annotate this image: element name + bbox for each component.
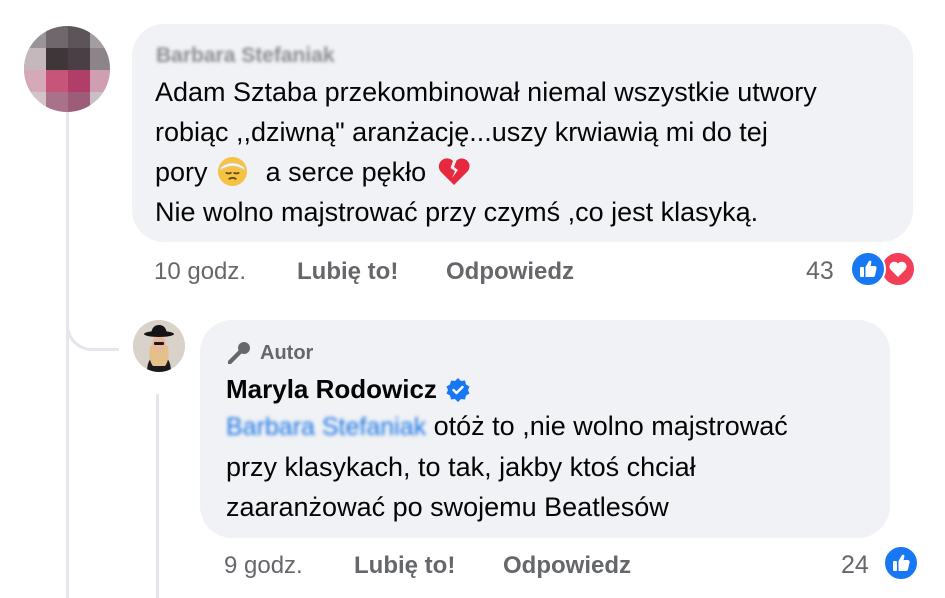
like-button[interactable]: Lubię to! — [297, 258, 398, 286]
comment-text-line: Nie wolno majstrować przy czymś ,co jest… — [155, 197, 759, 227]
comment-text-line: robiąc ,,dziwną" aranżację...uszy krwiaw… — [155, 117, 768, 147]
pensive-face-with-bandage-icon — [218, 156, 248, 187]
reply-reaction-count[interactable]: 24 — [841, 551, 869, 580]
reply-text-segment: otóż to ,nie wolno majstrować — [433, 411, 788, 441]
reply-avatar[interactable] — [133, 320, 185, 372]
reply-text: Barbara Stefaniak otóż to ,nie wolno maj… — [226, 406, 876, 527]
comment-timestamp[interactable]: 10 godz. — [154, 258, 246, 286]
broken-heart-icon — [438, 158, 470, 185]
comment-bubble: Barbara Stefaniak Adam Sztaba przekombin… — [132, 24, 913, 242]
like-icon[interactable] — [850, 251, 886, 287]
like-icon[interactable] — [883, 545, 919, 581]
reply-text-line: przy klasykach, to tak, jakby ktoś chcia… — [226, 452, 696, 482]
pixelated-avatar-image — [24, 26, 110, 112]
comment-text-line: Adam Sztaba przekombinował niemal wszyst… — [155, 77, 817, 107]
reaction-count[interactable]: 43 — [806, 257, 834, 286]
reply-bubble: Autor Maryla Rodowicz Barbara Stefaniak … — [200, 320, 890, 538]
comment-text-line: pory a serce pękło — [155, 152, 905, 192]
thread-line-curve — [66, 300, 119, 351]
microphone-icon — [228, 342, 250, 364]
verified-badge-icon — [446, 377, 470, 402]
mention-link[interactable]: Barbara Stefaniak — [226, 413, 426, 441]
reply-text-line: zaaranżować po swojemu Beatlesów — [226, 492, 669, 522]
author-photo — [133, 320, 185, 372]
reply-reply-button[interactable]: Odpowiedz — [503, 552, 631, 580]
reply-like-button[interactable]: Lubię to! — [354, 552, 455, 580]
comment-text-segment: pory — [155, 157, 208, 187]
comment-author-name[interactable]: Barbara Stefaniak — [156, 44, 335, 68]
reply-button[interactable]: Odpowiedz — [446, 258, 574, 286]
avatar[interactable] — [24, 26, 110, 112]
author-badge-label: Autor — [260, 341, 314, 364]
reply-timestamp[interactable]: 9 godz. — [224, 552, 303, 580]
reply-author: Maryla Rodowicz — [226, 374, 471, 405]
reply-author-name[interactable]: Maryla Rodowicz — [226, 374, 437, 405]
comment-text: Adam Sztaba przekombinował niemal wszyst… — [155, 72, 905, 232]
reply-text-line: Barbara Stefaniak otóż to ,nie wolno maj… — [226, 406, 876, 447]
thread-line-main — [66, 110, 69, 598]
comment-text-segment: a serce pękło — [265, 157, 427, 187]
author-badge: Autor — [226, 340, 313, 366]
thread-line-reply — [156, 394, 159, 598]
